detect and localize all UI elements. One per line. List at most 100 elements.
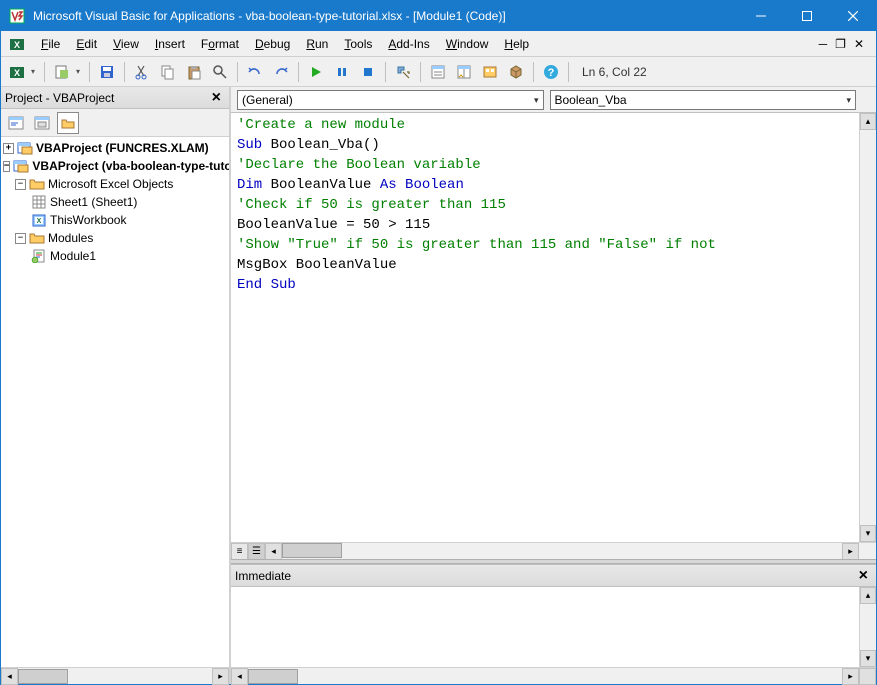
scroll-thumb[interactable] — [282, 543, 342, 558]
tree-item-sheet1[interactable]: Sheet1 (Sheet1) — [1, 193, 229, 211]
undo-button[interactable] — [243, 60, 267, 84]
run-button[interactable] — [304, 60, 328, 84]
module-icon — [31, 248, 47, 264]
reset-button[interactable] — [356, 60, 380, 84]
design-mode-button[interactable] — [391, 60, 415, 84]
break-button[interactable] — [330, 60, 354, 84]
properties-window-button[interactable] — [452, 60, 476, 84]
svg-text:X: X — [14, 68, 20, 78]
worksheet-icon — [31, 194, 47, 210]
project-tree[interactable]: +VBAProject (FUNCRES.XLAM) −VBAProject (… — [1, 137, 229, 667]
scroll-thumb[interactable] — [18, 669, 68, 684]
folder-icon — [29, 230, 45, 246]
menu-insert[interactable]: Insert — [147, 34, 193, 54]
view-code-button[interactable] — [5, 112, 27, 134]
scroll-left-icon[interactable]: ◂ — [265, 543, 282, 560]
scroll-up-icon[interactable]: ▴ — [860, 587, 876, 604]
find-button[interactable] — [208, 60, 232, 84]
toggle-folders-button[interactable] — [57, 112, 79, 134]
vba-app-icon — [9, 8, 25, 24]
project-explorer-pane: Project - VBAProject × +VBAProject (FUNC… — [1, 87, 231, 684]
cursor-position-status: Ln 6, Col 22 — [582, 65, 647, 79]
scroll-right-icon[interactable]: ▸ — [212, 668, 229, 685]
menu-view[interactable]: View — [105, 34, 147, 54]
excel-mdi-icon[interactable]: X — [5, 32, 29, 56]
scroll-up-icon[interactable]: ▴ — [860, 113, 876, 130]
project-hscrollbar[interactable]: ◂ ▸ — [1, 667, 229, 684]
procedure-combo[interactable]: Boolean_Vba▾ — [550, 90, 857, 110]
dropdown-icon[interactable]: ▾ — [31, 67, 39, 76]
scroll-down-icon[interactable]: ▾ — [860, 525, 876, 542]
project-node-funcres[interactable]: +VBAProject (FUNCRES.XLAM) — [1, 139, 229, 157]
mdi-restore-button[interactable]: ❐ — [835, 37, 846, 51]
copy-button[interactable] — [156, 60, 180, 84]
scroll-down-icon[interactable]: ▾ — [860, 650, 876, 667]
scroll-thumb[interactable] — [248, 669, 298, 684]
close-button[interactable] — [830, 1, 876, 31]
chevron-down-icon: ▾ — [534, 95, 539, 106]
minimize-button[interactable] — [738, 1, 784, 31]
code-text[interactable]: 'Create a new module Sub Boolean_Vba() '… — [231, 113, 859, 542]
project-pane-title: Project - VBAProject × — [1, 87, 229, 109]
main-toolbar: X ▾ ▾ ? Ln 6, Col 22 — [1, 57, 876, 87]
code-editor[interactable]: 'Create a new module Sub Boolean_Vba() '… — [231, 113, 876, 542]
save-button[interactable] — [95, 60, 119, 84]
maximize-button[interactable] — [784, 1, 830, 31]
view-object-button[interactable] — [31, 112, 53, 134]
workbook-icon: X — [31, 212, 47, 228]
tree-item-thisworkbook[interactable]: XThisWorkbook — [1, 211, 229, 229]
menu-tools[interactable]: Tools — [336, 34, 380, 54]
scroll-left-icon[interactable]: ◂ — [231, 668, 248, 685]
immediate-pane-title: Immediate × — [231, 565, 876, 587]
scroll-right-icon[interactable]: ▸ — [842, 543, 859, 560]
folder-excel-objects[interactable]: −Microsoft Excel Objects — [1, 175, 229, 193]
project-explorer-button[interactable] — [426, 60, 450, 84]
menu-edit[interactable]: Edit — [68, 34, 105, 54]
immediate-window: Immediate × ▴ ▾ ◂ ▸ — [231, 564, 876, 684]
help-button[interactable]: ? — [539, 60, 563, 84]
menu-debug[interactable]: Debug — [247, 34, 298, 54]
menu-help[interactable]: Help — [496, 34, 537, 54]
toolbox-button[interactable] — [504, 60, 528, 84]
tree-item-module1[interactable]: Module1 — [1, 247, 229, 265]
menu-window[interactable]: Window — [438, 34, 497, 54]
object-browser-button[interactable] — [478, 60, 502, 84]
titlebar[interactable]: Microsoft Visual Basic for Applications … — [1, 1, 876, 31]
project-toolbar — [1, 109, 229, 137]
immediate-hscrollbar[interactable]: ◂ ▸ — [231, 667, 876, 684]
code-pane-header: (General)▾ Boolean_Vba▾ — [231, 87, 876, 113]
svg-text:X: X — [37, 218, 42, 225]
project-icon — [13, 158, 29, 174]
mdi-close-button[interactable]: ✕ — [854, 37, 864, 51]
scroll-left-icon[interactable]: ◂ — [1, 668, 18, 685]
object-combo[interactable]: (General)▾ — [237, 90, 544, 110]
dropdown-icon[interactable]: ▾ — [76, 67, 84, 76]
view-excel-button[interactable]: X — [5, 60, 29, 84]
project-pane-close-button[interactable]: × — [208, 89, 225, 107]
scroll-right-icon[interactable]: ▸ — [842, 668, 859, 685]
procedure-view-button[interactable]: ≡ — [231, 543, 248, 560]
svg-text:X: X — [14, 40, 20, 50]
immediate-close-button[interactable]: × — [855, 567, 872, 585]
folder-icon — [29, 176, 45, 192]
full-module-view-button[interactable]: ☰ — [248, 543, 265, 560]
project-node-main[interactable]: −VBAProject (vba-boolean-type-tutorial.x… — [1, 157, 229, 175]
size-grip[interactable] — [859, 668, 876, 685]
insert-module-button[interactable] — [50, 60, 74, 84]
menu-format[interactable]: Format — [193, 34, 247, 54]
immediate-input[interactable] — [231, 587, 859, 667]
immediate-vscrollbar[interactable]: ▴ ▾ — [859, 587, 876, 667]
menu-run[interactable]: Run — [298, 34, 336, 54]
folder-modules[interactable]: −Modules — [1, 229, 229, 247]
project-icon — [17, 140, 33, 156]
code-vscrollbar[interactable]: ▴ ▾ — [859, 113, 876, 542]
menu-file[interactable]: File — [33, 34, 68, 54]
redo-button[interactable] — [269, 60, 293, 84]
menubar: X File Edit View Insert Format Debug Run… — [1, 31, 876, 57]
menu-addins[interactable]: Add-Ins — [380, 34, 437, 54]
cut-button[interactable] — [130, 60, 154, 84]
paste-button[interactable] — [182, 60, 206, 84]
mdi-minimize-button[interactable]: ─ — [819, 37, 828, 51]
svg-text:?: ? — [548, 67, 555, 79]
window-title: Microsoft Visual Basic for Applications … — [33, 9, 738, 23]
